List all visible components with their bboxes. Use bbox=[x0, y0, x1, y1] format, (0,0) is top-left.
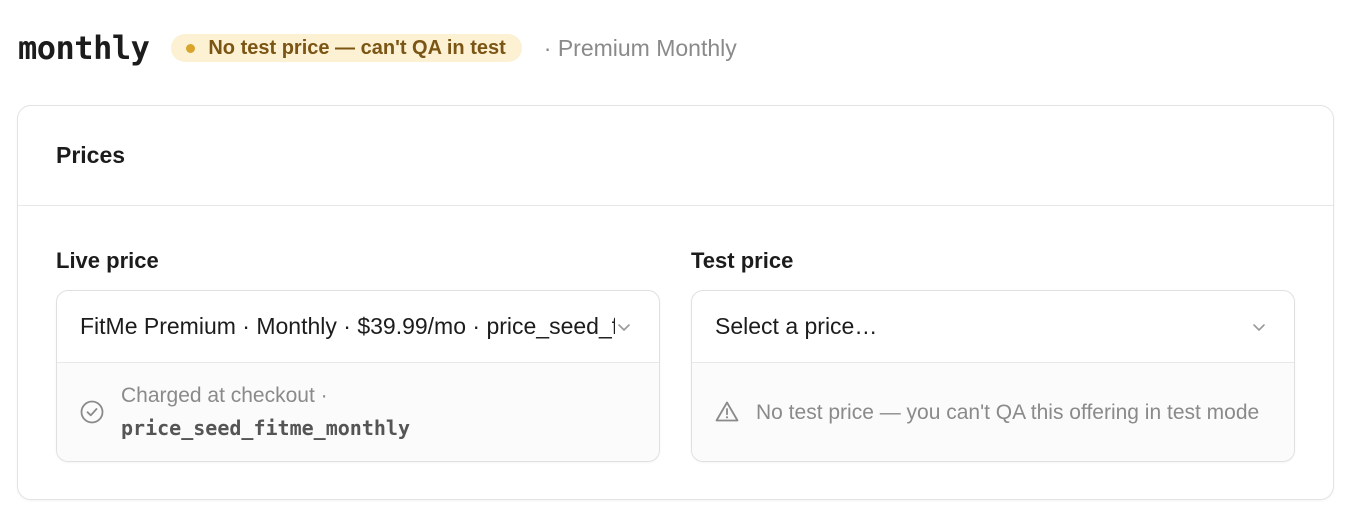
test-price-select[interactable]: Select a price… bbox=[692, 291, 1294, 363]
live-price-field: FitMe Premium · Monthly · $39.99/mo · pr… bbox=[56, 290, 660, 462]
live-price-id-code: price_seed_fitme_monthly bbox=[121, 416, 410, 440]
prices-card: Prices Live price FitMe Premium · Monthl… bbox=[17, 105, 1334, 500]
test-price-label: Test price bbox=[691, 248, 794, 273]
offering-detail-page: monthly No test price — can't QA in test… bbox=[0, 0, 1360, 522]
live-price-note-prefix: Charged at checkout · bbox=[121, 384, 328, 407]
warning-badge-label: No test price — can't QA in test bbox=[208, 36, 506, 59]
live-price-note-text: Charged at checkout · price_seed_fitme_m… bbox=[121, 379, 410, 445]
live-price-selected-value: FitMe Premium · Monthly · $39.99/mo · pr… bbox=[80, 313, 615, 339]
live-price-label: Live price bbox=[56, 248, 159, 273]
test-price-section: Test price Select a price… No test price… bbox=[691, 246, 1295, 462]
offering-header: monthly No test price — can't QA in test… bbox=[18, 26, 737, 70]
prices-card-title: Prices bbox=[56, 142, 126, 168]
warning-triangle-icon bbox=[715, 401, 739, 422]
live-price-section: Live price FitMe Premium · Monthly · $39… bbox=[56, 246, 660, 462]
chevron-down-icon bbox=[1253, 323, 1265, 331]
offering-subtitle: · Premium Monthly bbox=[543, 34, 737, 61]
test-price-note-text: No test price — you can't QA this offeri… bbox=[756, 400, 1260, 424]
warning-badge: No test price — can't QA in test bbox=[171, 34, 522, 62]
status-dot-icon bbox=[186, 43, 196, 53]
test-price-note: No test price — you can't QA this offeri… bbox=[692, 363, 1294, 461]
live-price-note: Charged at checkout · price_seed_fitme_m… bbox=[57, 363, 659, 461]
test-price-field: Select a price… No test price — you can'… bbox=[691, 290, 1295, 462]
check-circle-icon bbox=[80, 400, 104, 424]
prices-card-header: Prices bbox=[18, 106, 1333, 206]
test-price-placeholder: Select a price… bbox=[715, 313, 878, 339]
chevron-down-icon bbox=[618, 323, 630, 331]
offering-identifier: monthly bbox=[18, 29, 150, 67]
live-price-select[interactable]: FitMe Premium · Monthly · $39.99/mo · pr… bbox=[57, 291, 659, 363]
